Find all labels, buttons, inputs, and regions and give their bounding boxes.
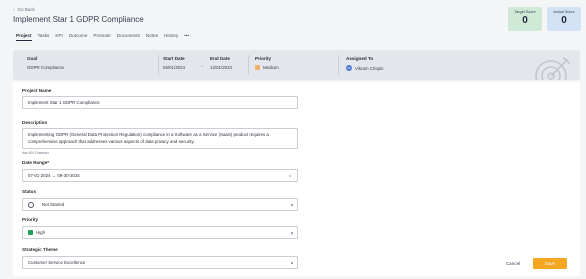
priority-medium-icon bbox=[255, 65, 260, 70]
divider bbox=[338, 55, 339, 75]
more-tabs-button[interactable]: ••• bbox=[184, 33, 189, 41]
clear-icon[interactable]: ✕ bbox=[288, 173, 292, 178]
chevron-down-icon: ▾ bbox=[290, 260, 293, 265]
goal-label: Goal bbox=[27, 56, 38, 61]
start-date-summary: Start Date 06/01/2024 bbox=[163, 56, 185, 70]
goal-value: GDPR Compliance bbox=[27, 65, 65, 70]
tab-history[interactable]: History bbox=[164, 33, 178, 41]
tab-bar: Project Tasks KPI Outcome Promote Docume… bbox=[16, 33, 189, 41]
goal-summary: Goal GDPR Compliance bbox=[27, 56, 64, 70]
chevron-down-icon: ▾ bbox=[290, 202, 293, 207]
chevron-left-icon: ‹ bbox=[13, 7, 15, 12]
start-date-value: 06/01/2024 bbox=[163, 65, 185, 70]
chevron-down-icon: ▾ bbox=[290, 230, 293, 235]
target-score-label: Target Score bbox=[514, 10, 536, 14]
tab-kpi[interactable]: KPI bbox=[55, 33, 62, 41]
page-title: Implement Star 1 GDPR Compliance bbox=[13, 15, 144, 24]
priority-value: Medium bbox=[263, 65, 279, 70]
priority-high-icon bbox=[28, 230, 33, 235]
status-label: Status bbox=[22, 189, 37, 194]
tab-tasks[interactable]: Tasks bbox=[38, 33, 50, 41]
assigned-value: Vikram Crispin bbox=[355, 65, 384, 71]
priority-field-label: Priority bbox=[22, 217, 39, 222]
avatar: VC bbox=[346, 65, 352, 71]
start-date-label: Start Date bbox=[163, 56, 185, 61]
divider bbox=[248, 55, 249, 75]
priority-select[interactable]: High ▾ bbox=[22, 226, 298, 239]
project-name-input[interactable]: Implement Star 1 GDPR Compliance bbox=[22, 96, 298, 109]
status-select[interactable]: Not Started ▾ bbox=[22, 198, 298, 211]
tab-project[interactable]: Project bbox=[16, 33, 32, 41]
strategic-theme-select[interactable]: Customer Service Excellence ▾ bbox=[22, 256, 298, 269]
strategic-theme-label: Strategic Theme bbox=[22, 247, 58, 252]
save-button[interactable]: Save bbox=[533, 258, 567, 269]
go-back-link[interactable]: ‹ Go Back bbox=[13, 7, 35, 12]
description-char-count: Has 400 Character bbox=[22, 151, 49, 155]
tab-notes[interactable]: Notes bbox=[146, 33, 158, 41]
arrow-right-icon: → bbox=[199, 63, 204, 69]
status-value: Not Started bbox=[42, 202, 65, 207]
tab-outcome[interactable]: Outcome bbox=[69, 33, 88, 41]
target-score-card: Target Score 0 bbox=[508, 7, 542, 31]
tab-documents[interactable]: Documents bbox=[117, 33, 140, 41]
priority-label: Priority bbox=[255, 56, 272, 61]
priority-summary: Priority Medium bbox=[255, 56, 279, 70]
project-name-label: Project Name bbox=[22, 88, 52, 93]
date-range-value: 07-01-2024 → 09-30-2024 bbox=[28, 173, 80, 178]
end-date-value: 12/01/2024 bbox=[210, 65, 232, 70]
description-textarea[interactable]: Implementing GDPR (General Data Protecti… bbox=[22, 128, 298, 149]
tab-promote[interactable]: Promote bbox=[93, 33, 110, 41]
project-summary-bar: Goal GDPR Compliance Start Date 06/01/20… bbox=[13, 50, 580, 80]
actual-score-value: 0 bbox=[561, 15, 567, 26]
actual-score-label: Actual Score bbox=[553, 10, 575, 14]
cancel-button[interactable]: Cancel bbox=[497, 258, 529, 269]
date-range-picker[interactable]: 07-01-2024 → 09-30-2024 ✕ bbox=[22, 169, 298, 182]
assigned-label: Assigned To bbox=[346, 56, 374, 61]
target-score-value: 0 bbox=[522, 15, 528, 26]
end-date-summary: End Date 12/01/2024 bbox=[210, 56, 232, 70]
description-label: Description bbox=[22, 120, 48, 125]
assigned-summary: Assigned To VC Vikram Crispin bbox=[346, 56, 383, 71]
end-date-label: End Date bbox=[210, 56, 230, 61]
actual-score-card: Actual Score 0 bbox=[547, 7, 581, 31]
target-icon bbox=[535, 57, 570, 80]
page-header: ‹ Go Back Implement Star 1 GDPR Complian… bbox=[0, 0, 586, 44]
priority-field-value: High bbox=[36, 230, 46, 235]
project-form: Project Name Implement Star 1 GDPR Compl… bbox=[13, 82, 580, 276]
go-back-label: Go Back bbox=[17, 7, 35, 12]
divider bbox=[158, 55, 159, 75]
strategic-theme-value: Customer Service Excellence bbox=[28, 260, 86, 265]
date-range-label: Date Range* bbox=[22, 160, 50, 165]
clock-icon bbox=[28, 201, 34, 208]
